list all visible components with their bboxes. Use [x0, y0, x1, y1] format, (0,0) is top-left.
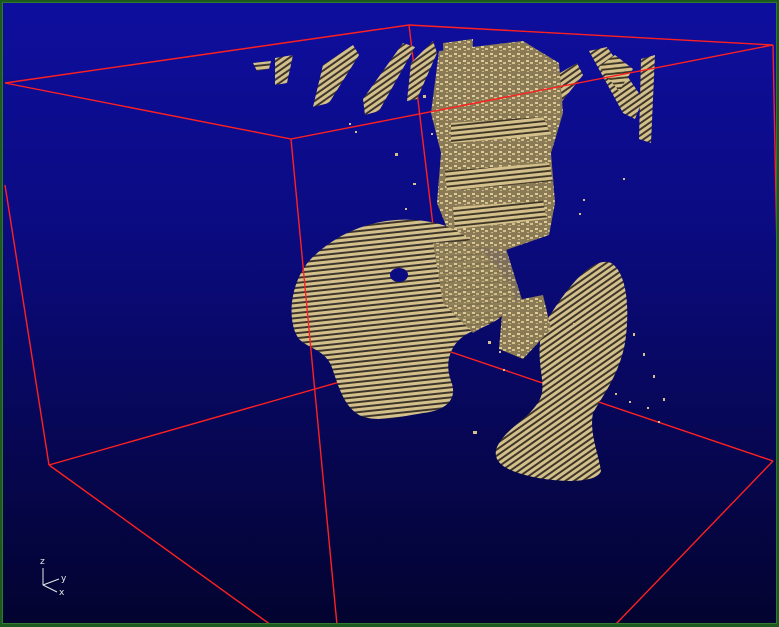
volume-render-scene[interactable]: z y x — [3, 3, 777, 624]
pelvic-wing-left — [291, 219, 523, 419]
3d-viewport[interactable]: z y x — [2, 2, 777, 624]
y-axis-line — [42, 578, 60, 586]
x-axis-label: x — [59, 588, 65, 598]
x-axis-line — [42, 584, 58, 593]
spine-column — [431, 41, 563, 251]
orientation-axes: z y x — [40, 557, 67, 598]
y-axis-label: y — [61, 574, 67, 584]
z-axis-label: z — [40, 557, 45, 567]
